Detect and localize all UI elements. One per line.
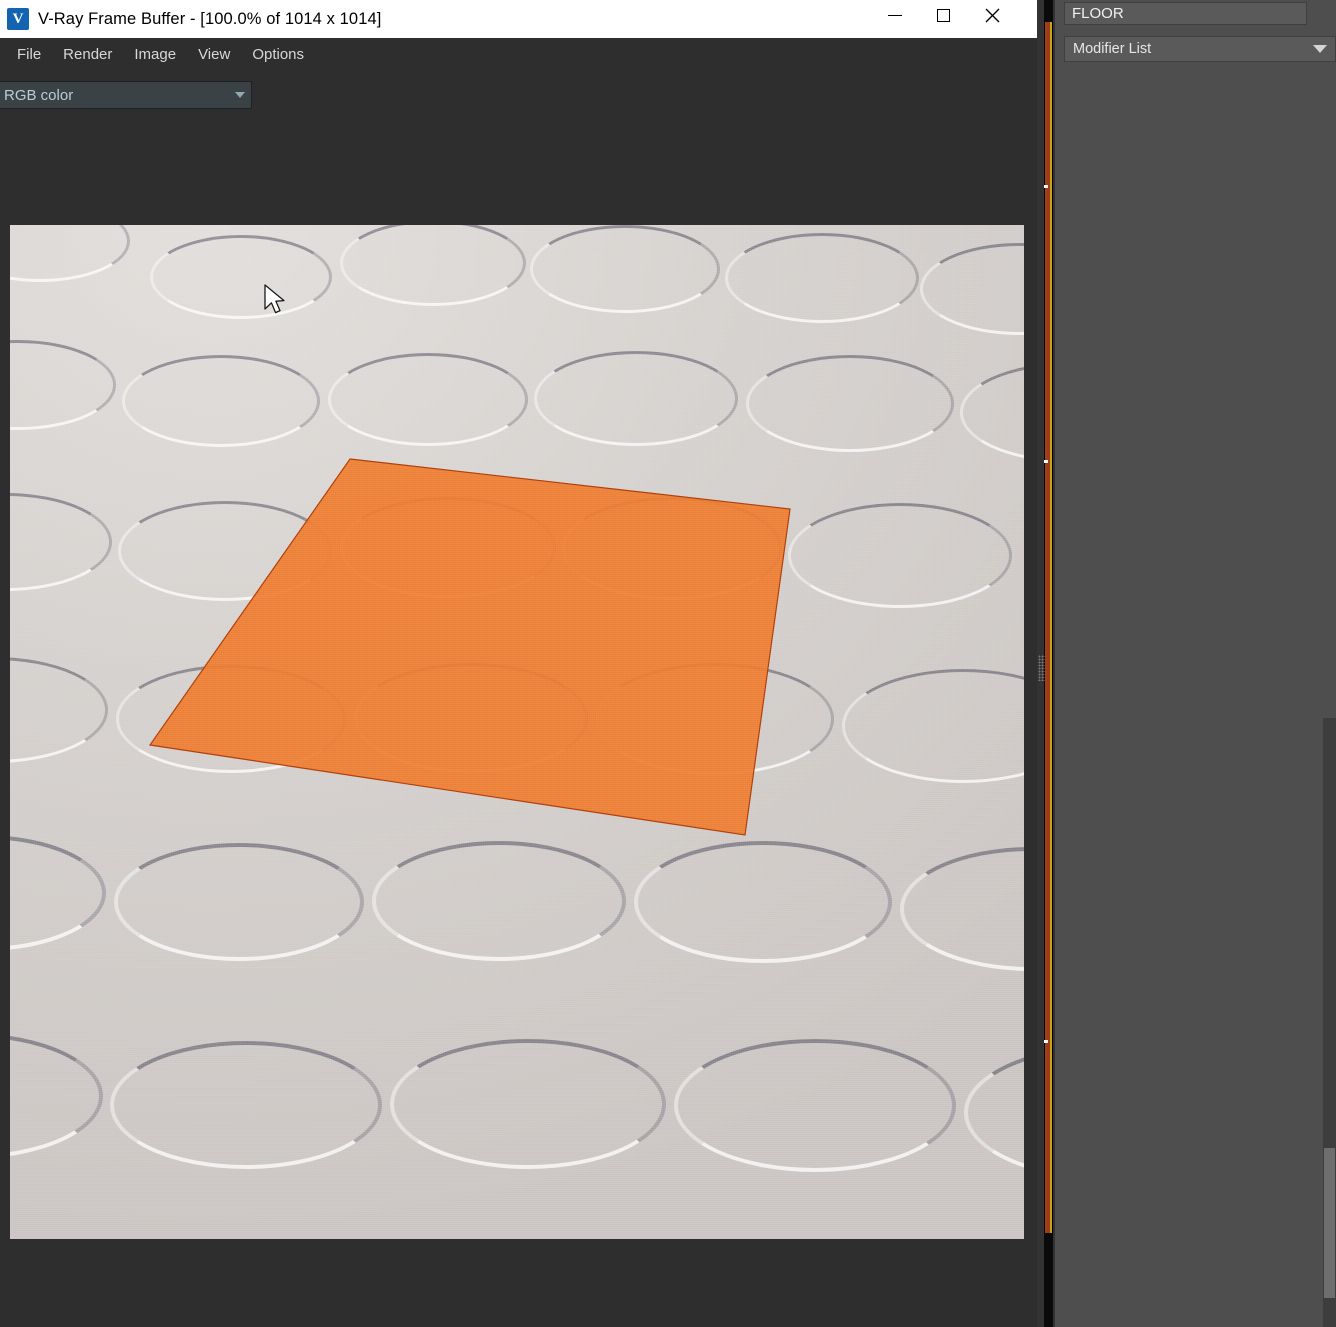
render-grain-overlay	[10, 225, 1024, 1239]
scrollbar-thumb[interactable]	[1324, 1148, 1335, 1298]
divider-tick	[1044, 460, 1048, 463]
vfb-titlebar: V V-Ray Frame Buffer - [100.0% of 1014 x…	[0, 0, 1037, 38]
divider-tick	[1044, 185, 1048, 188]
menu-file[interactable]: File	[6, 42, 52, 67]
object-name-field[interactable]: FLOOR	[1064, 2, 1307, 25]
close-button[interactable]	[969, 0, 1016, 31]
channel-select-value: RGB color	[4, 86, 74, 104]
menu-bar: File Render Image View Options	[0, 38, 1037, 70]
chevron-down-icon	[1313, 45, 1327, 53]
divider-color-strip	[1044, 0, 1053, 1327]
modifier-list-dropdown[interactable]: Modifier List	[1064, 36, 1336, 62]
minimize-button[interactable]	[871, 0, 918, 31]
menu-view[interactable]: View	[187, 42, 241, 67]
object-name-row: FLOOR	[1064, 2, 1307, 25]
window-divider	[1037, 0, 1055, 1327]
divider-tick	[1044, 1040, 1048, 1043]
render-canvas-area[interactable]	[0, 120, 1037, 1327]
minimize-icon	[887, 15, 902, 16]
rendered-image[interactable]	[10, 225, 1024, 1239]
close-icon	[985, 8, 1000, 23]
command-panel: FLOOR Modifier List Edit Poly Edit Splin…	[1055, 0, 1336, 1327]
divider-cap-top	[1044, 0, 1053, 22]
maximize-button[interactable]	[920, 0, 967, 31]
window-title: V-Ray Frame Buffer - [100.0% of 1014 x 1…	[38, 9, 382, 28]
mouse-cursor	[264, 284, 285, 314]
screen: V V-Ray Frame Buffer - [100.0% of 1014 x…	[0, 0, 1336, 1327]
menu-render[interactable]: Render	[52, 42, 123, 67]
divider-drag-grip[interactable]	[1038, 655, 1045, 681]
channel-select-dropdown[interactable]: RGB color	[0, 81, 252, 109]
panel-vertical-scrollbar[interactable]	[1323, 718, 1336, 1327]
modifier-list-label: Modifier List	[1073, 41, 1152, 57]
menu-image[interactable]: Image	[123, 42, 187, 67]
vfb-toolbar: RGB color	[0, 70, 1037, 189]
divider-cap-bottom	[1044, 1233, 1053, 1327]
maximize-icon	[937, 9, 950, 22]
vray-logo-icon: V	[7, 8, 29, 30]
vray-frame-buffer-window: V V-Ray Frame Buffer - [100.0% of 1014 x…	[0, 0, 1037, 1327]
menu-options[interactable]: Options	[241, 42, 315, 67]
chevron-down-icon	[235, 92, 245, 98]
